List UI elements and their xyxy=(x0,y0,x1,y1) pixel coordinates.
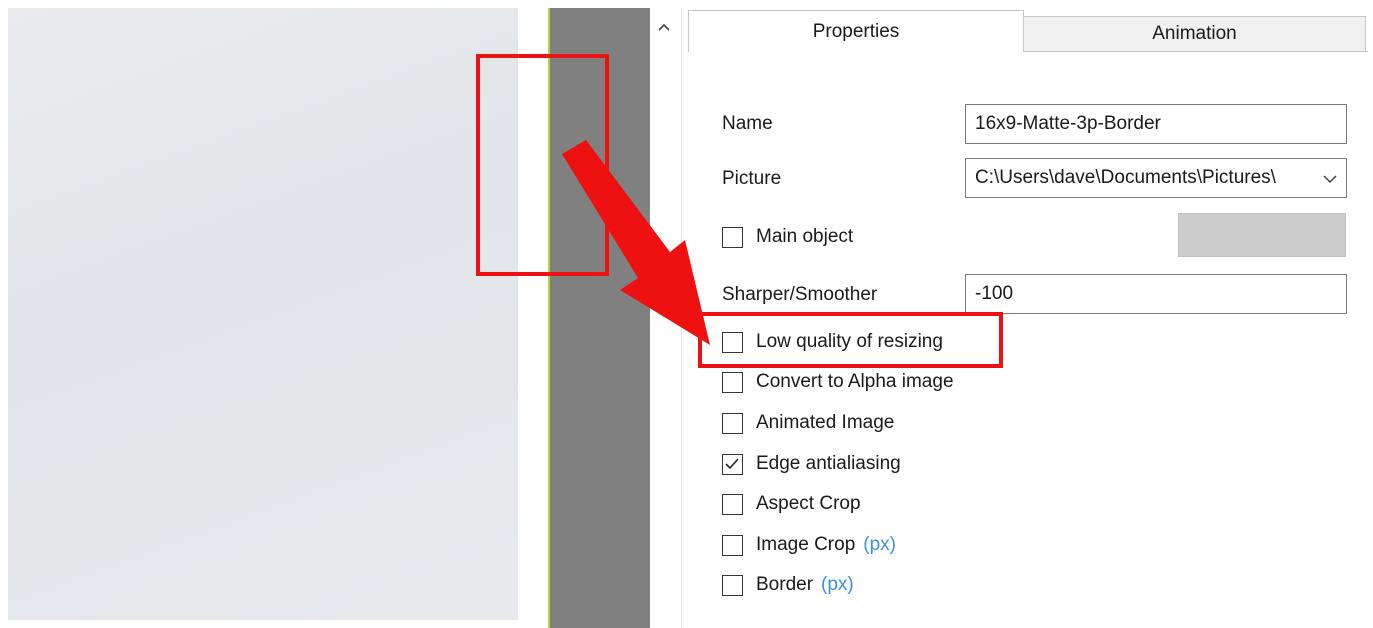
border-checkbox[interactable] xyxy=(722,574,743,596)
main-object-label: Main object xyxy=(756,226,854,247)
tab-animation[interactable]: Animation xyxy=(1024,16,1366,52)
main-object-swatch-button[interactable] xyxy=(1178,213,1346,257)
edge-antialiasing-label: Edge antialiasing xyxy=(756,453,901,474)
border-row[interactable]: Border (px) xyxy=(722,572,854,598)
sharper-smoother-field[interactable]: -100 xyxy=(965,274,1347,314)
image-crop-unit: (px) xyxy=(863,534,897,555)
tab-properties[interactable]: Properties xyxy=(688,10,1024,52)
sharper-smoother-value: -100 xyxy=(975,283,1014,304)
tab-label: Animation xyxy=(1152,23,1237,44)
name-field[interactable]: 16x9-Matte-3p-Border xyxy=(965,104,1347,144)
convert-alpha-checkbox[interactable] xyxy=(722,371,743,393)
annotation-highlight-checkbox xyxy=(698,312,1003,368)
animated-image-row[interactable]: Animated Image xyxy=(722,410,894,436)
convert-alpha-label: Convert to Alpha image xyxy=(756,371,954,392)
edge-antialiasing-checkbox[interactable] xyxy=(722,453,743,475)
sharper-smoother-label: Sharper/Smoother xyxy=(722,284,878,305)
properties-tabbar: Properties Animation xyxy=(688,10,1368,52)
slide-preview[interactable] xyxy=(8,8,518,620)
image-crop-label: Image Crop xyxy=(756,534,856,555)
aspect-crop-checkbox[interactable] xyxy=(722,493,743,515)
edge-antialiasing-row[interactable]: Edge antialiasing xyxy=(722,451,901,477)
border-label: Border xyxy=(756,574,814,595)
chevron-down-icon xyxy=(1323,175,1337,184)
main-object-checkbox[interactable] xyxy=(722,226,743,248)
animated-image-label: Animated Image xyxy=(756,412,895,433)
picture-select[interactable]: C:\Users\dave\Documents\Pictures\ xyxy=(965,158,1347,198)
tab-divider xyxy=(1024,51,1368,52)
border-unit: (px) xyxy=(821,574,854,595)
convert-alpha-row[interactable]: Convert to Alpha image xyxy=(722,369,954,395)
picture-select-value: C:\Users\dave\Documents\Pictures\ xyxy=(975,167,1276,188)
name-field-value: 16x9-Matte-3p-Border xyxy=(975,113,1161,134)
aspect-crop-label: Aspect Crop xyxy=(756,493,861,514)
chevron-up-icon xyxy=(658,23,670,31)
annotation-arrow-icon xyxy=(562,140,710,345)
image-crop-row[interactable]: Image Crop (px) xyxy=(722,532,896,558)
aspect-crop-row[interactable]: Aspect Crop xyxy=(722,491,861,517)
tab-label: Properties xyxy=(812,20,900,42)
name-label: Name xyxy=(722,113,773,134)
picture-label: Picture xyxy=(722,168,782,189)
image-crop-checkbox[interactable] xyxy=(722,534,743,556)
collapse-panel-button[interactable] xyxy=(653,16,675,38)
checkmark-icon xyxy=(725,457,739,469)
main-object-checkbox-row[interactable]: Main object xyxy=(722,224,853,250)
animated-image-checkbox[interactable] xyxy=(722,412,743,434)
